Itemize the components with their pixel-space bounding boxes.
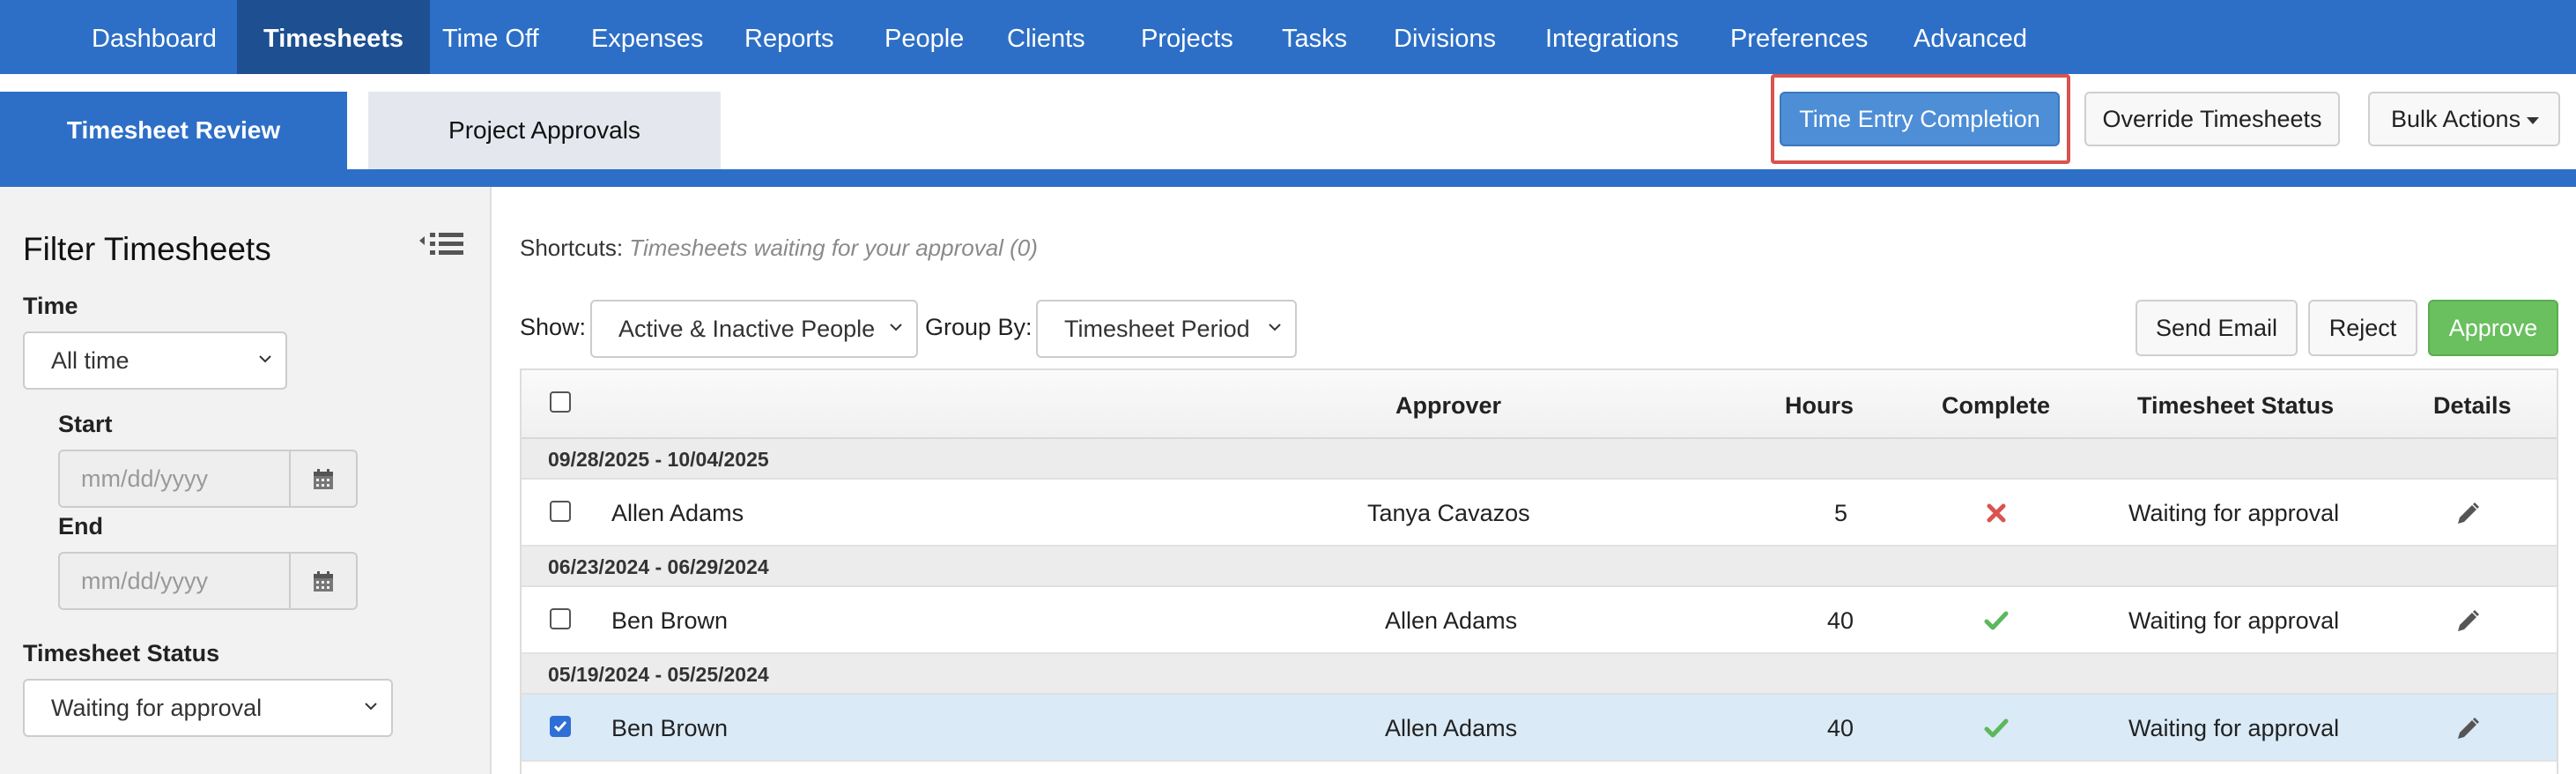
chevron-down-icon [259, 355, 271, 363]
row-hours: 5 [1834, 500, 1848, 526]
row-person-name: Ben Brown [611, 607, 729, 634]
filter-title: Filter Timesheets [23, 231, 271, 267]
row-checkbox[interactable] [550, 608, 571, 629]
nav-advanced[interactable]: Advanced [1887, 0, 2054, 74]
show-select[interactable]: Active & Inactive People [590, 300, 918, 358]
shortcuts-label: Shortcuts: [520, 234, 624, 261]
highlight-box [1771, 74, 2070, 164]
chevron-down-icon [365, 703, 377, 711]
complete-check-icon [1984, 718, 2009, 738]
group-header: 05/19/2024 - 05/25/2024 [522, 654, 2557, 695]
row-checkbox[interactable] [550, 501, 571, 522]
end-date-input[interactable]: mm/dd/yyyy [58, 552, 291, 610]
group-by-select[interactable]: Timesheet Period [1036, 300, 1297, 358]
group-period: 05/19/2024 - 05/25/2024 [548, 663, 769, 686]
calendar-icon [314, 571, 333, 592]
send-email-button[interactable]: Send Email [2136, 300, 2298, 356]
table-header: Approver Hours Complete Timesheet Status… [522, 370, 2557, 439]
header-divider [0, 169, 2576, 187]
timesheet-status-select[interactable]: Waiting for approval [23, 679, 393, 737]
row-checkbox[interactable] [550, 716, 571, 737]
end-label: End [58, 513, 103, 540]
reject-button[interactable]: Reject [2308, 300, 2417, 356]
incomplete-x-icon [1987, 503, 2006, 523]
nav-timesheets[interactable]: Timesheets [237, 0, 431, 74]
top-nav: Dashboard Timesheets Time Off Expenses R… [0, 0, 2576, 74]
chevron-down-icon [1269, 324, 1281, 331]
start-calendar-button[interactable] [291, 450, 358, 508]
col-hours[interactable]: Hours [1785, 370, 1854, 441]
group-period: 06/23/2024 - 06/29/2024 [548, 555, 769, 578]
row-approver: Allen Adams [1385, 607, 1518, 634]
shortcuts-bar: Shortcuts: Timesheets waiting for your a… [520, 234, 1038, 262]
row-approver: Allen Adams [1385, 715, 1518, 741]
group-period: 09/28/2025 - 10/04/2025 [548, 448, 769, 471]
pencil-icon[interactable] [2454, 608, 2481, 635]
end-calendar-button[interactable] [291, 552, 358, 610]
chevron-down-icon [890, 324, 902, 331]
checkmark-icon [553, 721, 567, 733]
time-select-value: All time [51, 347, 130, 374]
shortcut-waiting-approval-link[interactable]: Timesheets waiting for your approval (0) [629, 234, 1038, 261]
nav-expenses[interactable]: Expenses [565, 0, 729, 74]
group-header: 09/28/2025 - 10/04/2025 [522, 439, 2557, 480]
pencil-icon[interactable] [2454, 501, 2481, 527]
timesheet-status-label: Timesheet Status [23, 640, 220, 666]
tab-timesheet-review[interactable]: Timesheet Review [0, 92, 347, 187]
group-by-label: Group By: [925, 314, 1033, 340]
show-label: Show: [520, 314, 587, 340]
approve-button[interactable]: Approve [2428, 300, 2558, 356]
nav-divisions[interactable]: Divisions [1367, 0, 1522, 74]
nav-tasks[interactable]: Tasks [1255, 0, 1373, 74]
tab-project-approvals[interactable]: Project Approvals [368, 92, 721, 169]
nav-time-off[interactable]: Time Off [416, 0, 566, 74]
override-timesheets-button[interactable]: Override Timesheets [2084, 92, 2340, 146]
nav-projects[interactable]: Projects [1114, 0, 1260, 74]
bulk-actions-button[interactable]: Bulk Actions [2368, 92, 2560, 146]
nav-people[interactable]: People [858, 0, 990, 74]
nav-preferences[interactable]: Preferences [1704, 0, 1894, 74]
col-complete[interactable]: Complete [1942, 370, 2050, 441]
time-label: Time [23, 293, 78, 319]
complete-check-icon [1984, 611, 2009, 630]
start-label: Start [58, 411, 113, 437]
row-hours: 40 [1827, 607, 1854, 634]
nav-integrations[interactable]: Integrations [1519, 0, 1706, 74]
table-row[interactable]: Ben Brown Allen Adams 40 Waiting for app… [522, 587, 2557, 654]
timesheet-table: Approver Hours Complete Timesheet Status… [520, 368, 2558, 774]
collapse-sidebar-icon[interactable] [418, 231, 465, 263]
row-status: Waiting for approval [2128, 715, 2340, 741]
pencil-icon[interactable] [2454, 716, 2481, 742]
start-date-input[interactable]: mm/dd/yyyy [58, 450, 291, 508]
calendar-icon [314, 469, 333, 489]
group-header: 06/23/2024 - 06/29/2024 [522, 547, 2557, 587]
select-all-checkbox[interactable] [550, 391, 571, 413]
timesheet-status-value: Waiting for approval [51, 695, 263, 721]
row-person-name: Allen Adams [611, 500, 744, 526]
caret-down-icon [2527, 117, 2539, 124]
row-status: Waiting for approval [2128, 500, 2340, 526]
nav-clients[interactable]: Clients [981, 0, 1112, 74]
nav-reports[interactable]: Reports [718, 0, 861, 74]
show-select-value: Active & Inactive People [618, 316, 876, 342]
nav-dashboard[interactable]: Dashboard [65, 0, 243, 74]
row-hours: 40 [1827, 715, 1854, 741]
group-by-select-value: Timesheet Period [1064, 316, 1250, 342]
table-row[interactable]: Ben Brown Allen Adams 40 Waiting for app… [522, 695, 2557, 762]
row-status: Waiting for approval [2128, 607, 2340, 634]
row-person-name: Ben Brown [611, 715, 729, 741]
col-details: Details [2433, 392, 2512, 419]
bulk-actions-label: Bulk Actions [2391, 106, 2521, 132]
table-row[interactable]: Allen Adams Tanya Cavazos 5 Waiting for … [522, 480, 2557, 547]
col-approver[interactable]: Approver [1395, 370, 1501, 441]
row-approver: Tanya Cavazos [1367, 500, 1530, 526]
time-select[interactable]: All time [23, 331, 287, 390]
col-timesheet-status[interactable]: Timesheet Status [2137, 370, 2334, 441]
